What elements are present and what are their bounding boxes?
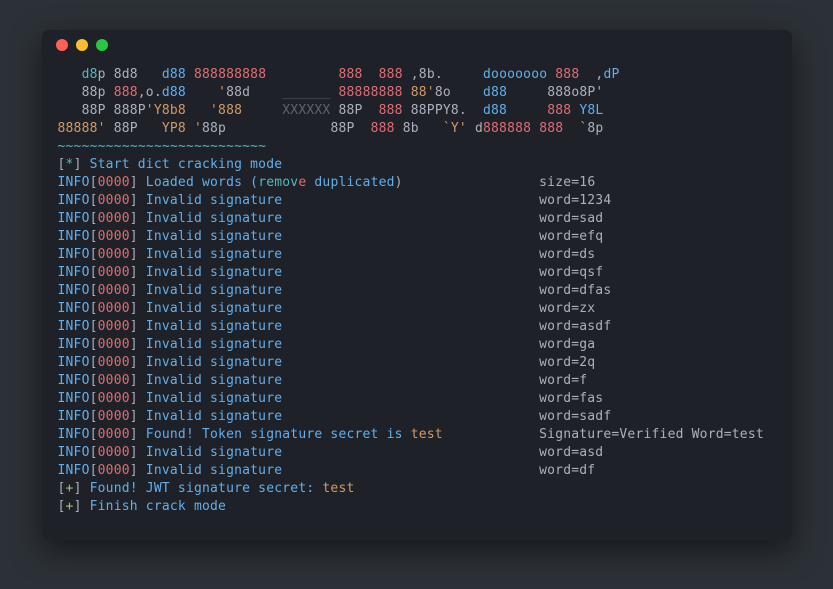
log-line: INFO[0000] Invalid signature word=efq xyxy=(58,228,776,246)
log-line: INFO[0000] Invalid signature word=1234 xyxy=(58,192,776,210)
divider: ~~~~~~~~~~~~~~~~~~~~~~~~~~ xyxy=(58,138,776,156)
log-loaded: INFO[0000] Loaded words (remove duplicat… xyxy=(58,174,776,192)
zoom-icon[interactable] xyxy=(96,39,108,51)
start-line: [*] Start dict cracking mode xyxy=(58,156,776,174)
log-line: INFO[0000] Invalid signature word=asd xyxy=(58,444,776,462)
log-found: INFO[0000] Found! Token signature secret… xyxy=(58,426,776,444)
log-line: INFO[0000] Invalid signature word=qsf xyxy=(58,264,776,282)
minimize-icon[interactable] xyxy=(76,39,88,51)
ascii-banner: d8p 8d8 d88 888888888 888 888 ,8b. doooo… xyxy=(58,66,776,138)
result-line: [+] Found! JWT signature secret: test xyxy=(58,480,776,498)
terminal-window: d8p 8d8 d88 888888888 888 888 ,8b. doooo… xyxy=(42,30,792,540)
log-body: [*] Start dict cracking modeINFO[0000] L… xyxy=(58,156,776,516)
log-line: INFO[0000] Invalid signature word=f xyxy=(58,372,776,390)
log-line: INFO[0000] Invalid signature word=ga xyxy=(58,336,776,354)
close-icon[interactable] xyxy=(56,39,68,51)
log-line: INFO[0000] Invalid signature word=ds xyxy=(58,246,776,264)
log-line: INFO[0000] Invalid signature word=dfas xyxy=(58,282,776,300)
log-line: INFO[0000] Invalid signature word=2q xyxy=(58,354,776,372)
finish-line: [+] Finish crack mode xyxy=(58,498,776,516)
log-line: INFO[0000] Invalid signature word=df xyxy=(58,462,776,480)
log-line: INFO[0000] Invalid signature word=sad xyxy=(58,210,776,228)
log-line: INFO[0000] Invalid signature word=asdf xyxy=(58,318,776,336)
log-line: INFO[0000] Invalid signature word=fas xyxy=(58,390,776,408)
terminal-output: d8p 8d8 d88 888888888 888 888 ,8b. doooo… xyxy=(42,60,792,540)
log-line: INFO[0000] Invalid signature word=zx xyxy=(58,300,776,318)
log-line: INFO[0000] Invalid signature word=sadf xyxy=(58,408,776,426)
titlebar xyxy=(42,30,792,60)
